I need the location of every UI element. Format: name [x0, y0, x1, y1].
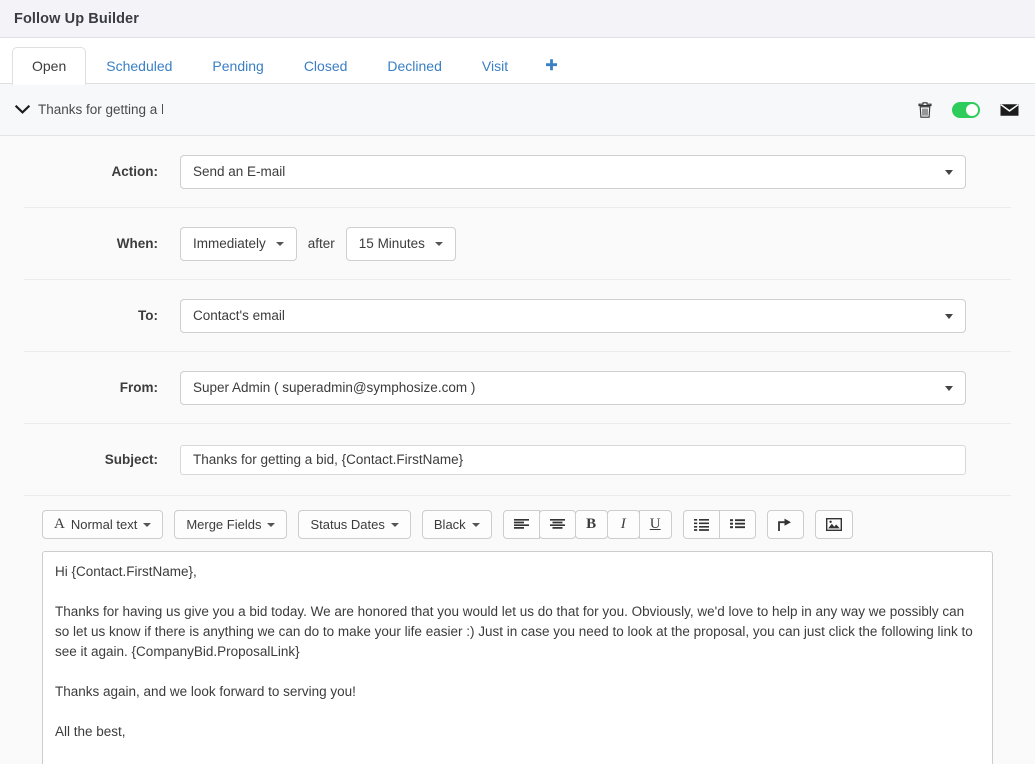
trash-icon — [918, 101, 932, 118]
font-style-icon: A — [54, 516, 65, 532]
underline-button[interactable]: U — [638, 510, 672, 539]
follow-up-builder-page: Follow Up Builder Open Scheduled Pending… — [0, 0, 1035, 764]
chevron-down-icon — [945, 169, 953, 175]
insert-image-button[interactable] — [814, 510, 853, 539]
send-email-button[interactable] — [1000, 103, 1019, 117]
bold-label: B — [586, 516, 597, 532]
chevron-down-icon — [434, 241, 443, 246]
email-body-line-4: All the best, — [55, 724, 126, 739]
tab-bar: Open Scheduled Pending Closed Declined V… — [0, 38, 1035, 85]
tab-open[interactable]: Open — [12, 47, 87, 85]
when-delay-select[interactable]: 15 Minutes — [345, 226, 456, 261]
underline-label: U — [649, 516, 661, 532]
status-dates-label: Status Dates — [310, 517, 385, 532]
collapse-toggle[interactable] — [6, 104, 38, 115]
align-center-icon — [549, 518, 565, 529]
chevron-down-icon — [945, 313, 953, 319]
tab-closed[interactable]: Closed — [284, 47, 368, 84]
followup-form: Action: Send an E-mail When: Immediately… — [0, 136, 1035, 764]
tab-scheduled[interactable]: Scheduled — [86, 47, 192, 84]
add-tab-button[interactable] — [528, 47, 575, 84]
form-row-subject: Subject: — [24, 424, 1011, 496]
text-color-label: Black — [433, 517, 466, 532]
chevron-down-icon — [390, 522, 399, 527]
chevron-down-icon — [275, 241, 284, 246]
align-center-button[interactable] — [538, 510, 576, 539]
when-timing-value: Immediately — [193, 236, 266, 251]
tab-visit[interactable]: Visit — [462, 47, 528, 84]
link-icon — [777, 518, 791, 531]
editor-toolbar: A Normal text Merge Fields Status Dates — [24, 510, 1011, 539]
row-actions — [918, 84, 1019, 135]
plus-icon — [546, 59, 558, 71]
chevron-down-icon — [945, 385, 953, 391]
toolbar-group-status: Status Dates — [298, 510, 411, 539]
status-dates-dropdown[interactable]: Status Dates — [298, 510, 411, 539]
merge-fields-dropdown[interactable]: Merge Fields — [174, 510, 288, 539]
action-label: Action: — [111, 164, 159, 179]
ordered-list-icon — [729, 518, 745, 528]
align-left-icon — [513, 518, 529, 529]
merge-fields-label: Merge Fields — [186, 517, 262, 532]
toolbar-group-color: Black — [421, 510, 492, 539]
insert-link-button[interactable] — [766, 510, 804, 539]
image-icon — [825, 518, 842, 531]
ordered-list-button[interactable] — [718, 510, 756, 539]
email-body-line-3: Thanks again, and we look forward to ser… — [55, 684, 356, 699]
tab-pending[interactable]: Pending — [192, 47, 283, 84]
toggle-knob — [966, 103, 978, 116]
when-connector-label: after — [307, 236, 335, 251]
window-titlebar: Follow Up Builder — [0, 0, 1035, 38]
subject-input[interactable] — [180, 444, 966, 475]
form-row-action: Action: Send an E-mail — [24, 136, 1011, 208]
toolbar-group-image — [814, 510, 853, 539]
to-label: To: — [138, 308, 158, 323]
envelope-icon — [1000, 103, 1019, 116]
when-label: When: — [116, 236, 158, 251]
chevron-down-icon — [14, 104, 30, 114]
action-select-value: Send an E-mail — [193, 164, 286, 179]
to-select-value: Contact's email — [193, 308, 285, 323]
toolbar-group-lists — [682, 510, 756, 539]
text-color-dropdown[interactable]: Black — [421, 510, 492, 539]
followup-title-clip: Thanks for getting a bid — [38, 101, 163, 119]
when-delay-value: 15 Minutes — [358, 236, 425, 251]
delete-followup-button[interactable] — [918, 101, 932, 118]
italic-button[interactable]: I — [606, 510, 640, 539]
from-select-value: Super Admin ( superadmin@symphosize.com … — [193, 380, 476, 395]
align-left-button[interactable] — [502, 510, 540, 539]
normal-text-dropdown[interactable]: A Normal text — [42, 510, 164, 539]
form-row-when: When: Immediately after 15 Minutes — [24, 208, 1011, 280]
italic-label: I — [620, 516, 626, 532]
action-select[interactable]: Send an E-mail — [180, 154, 966, 189]
followup-title: Thanks for getting a bid — [38, 101, 163, 117]
toolbar-group-merge: Merge Fields — [174, 510, 288, 539]
form-row-to: To: Contact's email — [24, 280, 1011, 352]
followup-item-header[interactable]: Thanks for getting a bid — [0, 84, 1035, 136]
when-timing-select[interactable]: Immediately — [180, 226, 297, 261]
bullet-list-button[interactable] — [682, 510, 720, 539]
email-body-editor[interactable]: Hi {Contact.FirstName}, Thanks for havin… — [42, 551, 993, 764]
toolbar-group-link — [766, 510, 804, 539]
email-body-line-1: Hi {Contact.FirstName}, — [55, 564, 197, 579]
email-editor: A Normal text Merge Fields Status Dates — [24, 496, 1011, 764]
from-select[interactable]: Super Admin ( superadmin@symphosize.com … — [180, 370, 966, 405]
normal-text-label: Normal text — [70, 517, 138, 532]
form-row-from: From: Super Admin ( superadmin@symphosiz… — [24, 352, 1011, 424]
to-select[interactable]: Contact's email — [180, 298, 966, 333]
chevron-down-icon — [471, 522, 480, 527]
tab-declined[interactable]: Declined — [367, 47, 461, 84]
page-title: Follow Up Builder — [14, 10, 139, 27]
toolbar-group-format: B I U — [502, 510, 672, 539]
email-body-line-2: Thanks for having us give you a bid toda… — [55, 604, 973, 659]
bold-button[interactable]: B — [574, 510, 608, 539]
enable-toggle[interactable] — [952, 101, 980, 118]
bullet-list-icon — [693, 518, 709, 531]
chevron-down-icon — [143, 522, 152, 527]
toolbar-group-style: A Normal text — [42, 510, 164, 539]
from-label: From: — [119, 380, 158, 395]
subject-label: Subject: — [104, 452, 158, 467]
chevron-down-icon — [267, 522, 276, 527]
